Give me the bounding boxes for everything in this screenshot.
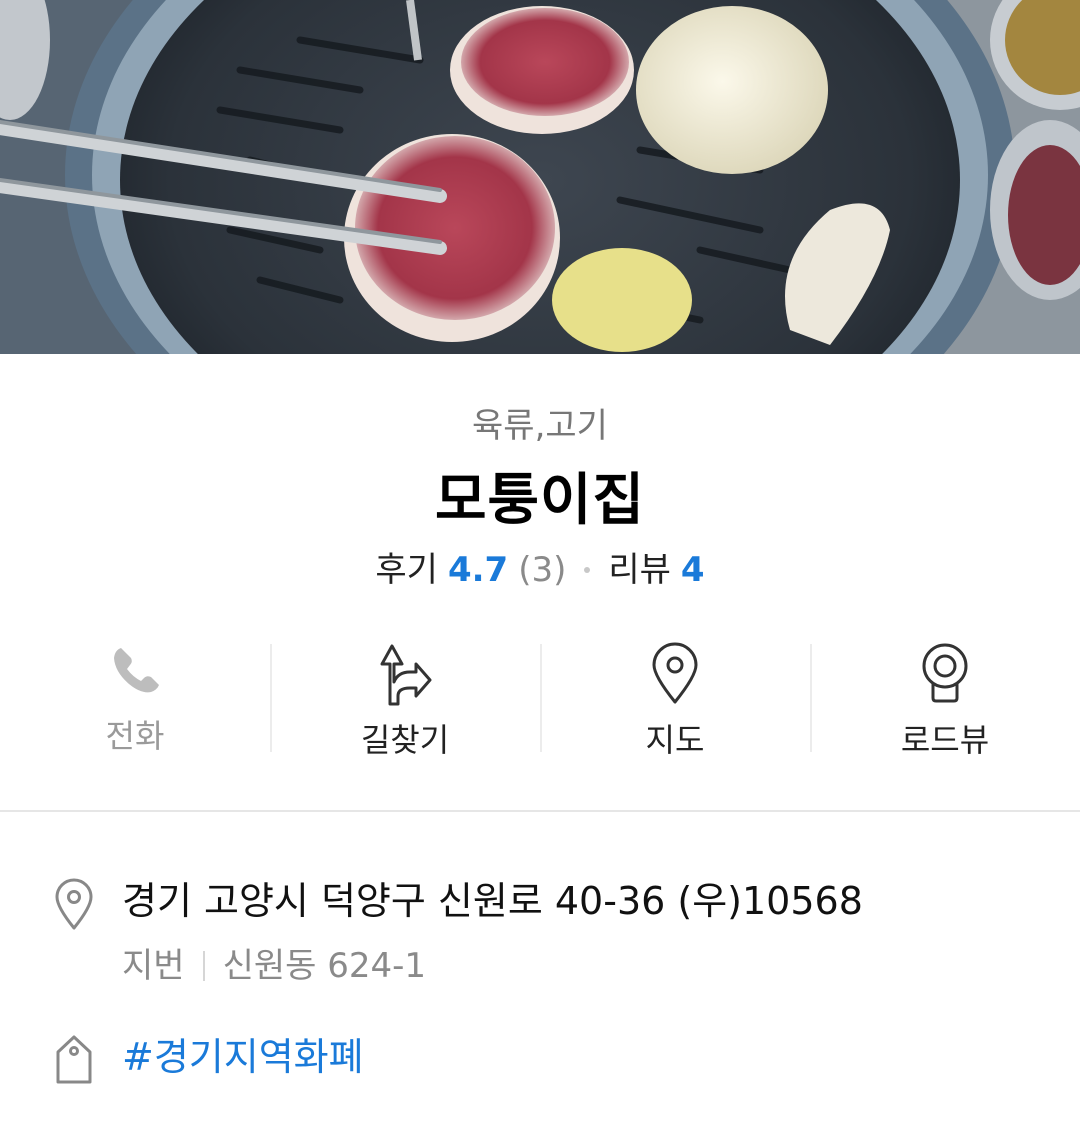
section-divider [0,810,1080,812]
place-details: 경기 고양시 덕양구 신원로 40-36 (우)10568 지번 신원동 624… [0,878,1080,1084]
tag-icon [54,1034,122,1084]
location-pin-icon [54,878,122,930]
place-name: 모퉁이집 [434,468,646,533]
hashtag-link[interactable]: #경기지역화폐 [122,1034,364,1080]
map-button[interactable]: 지도 [540,642,810,758]
review-label: 후기 [375,550,438,590]
review-count: (3) [518,550,567,590]
separator-dot [584,567,591,573]
roadview-camera-icon [922,643,968,703]
directions-icon [380,644,432,706]
roadview-button[interactable]: 로드뷰 [810,642,1080,758]
jibun-value: 신원동 624-1 [222,946,427,986]
blog-review-count: 4 [680,550,705,590]
call-button[interactable]: 전화 [0,642,270,754]
directions-label: 길찾기 [360,721,450,759]
call-label: 전화 [105,717,165,755]
place-category: 육류,고기 [472,406,608,446]
review-score: 4.7 [447,550,509,590]
jibun-separator [202,951,205,981]
hero-photo[interactable] [0,0,1080,354]
map-label: 지도 [645,721,705,759]
phone-icon [114,648,159,693]
map-pin-icon [652,642,698,704]
jibun-label: 지번 [122,946,185,986]
roadview-label: 로드뷰 [900,721,990,759]
address-text[interactable]: 경기 고양시 덕양구 신원로 40-36 (우)10568 [122,878,863,924]
directions-button[interactable]: 길찾기 [270,642,540,758]
action-bar: 전화 길찾기 지도 로드뷰 [0,642,1080,758]
blog-review-label: 리뷰 [608,550,671,590]
rating-summary[interactable]: 후기 4.7 (3) 리뷰 4 [0,550,1080,590]
jibun-address: 지번 신원동 624-1 [122,944,1080,988]
grill-photo-illustration [0,0,1080,354]
